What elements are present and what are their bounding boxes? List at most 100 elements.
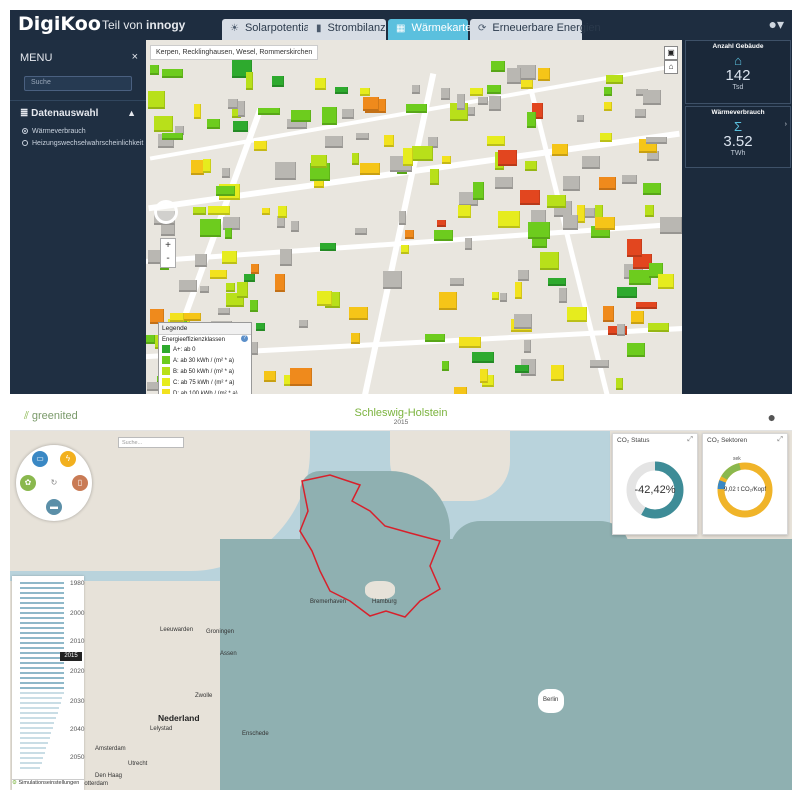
option-waermeverbrauch[interactable]: Wärmeverbrauch [22,128,86,135]
timeline-bar [20,627,64,629]
building [262,208,270,215]
building [291,221,299,232]
timeline-bar [20,757,44,759]
building [442,156,451,164]
energy-icon[interactable]: ϟ [60,451,76,467]
layers-icon[interactable]: ▣ [664,46,678,60]
tab-erneuerbare-energien[interactable]: ⟳ Erneuerbare Energien [470,19,601,40]
data-selection-header[interactable]: ≣ Datenauswahl [20,108,98,119]
option-heizungswechsel[interactable]: Heizungswechselwahrscheinlichkeit [22,140,143,147]
building [631,311,644,324]
timeline-bar [20,607,64,609]
building [194,104,201,119]
user-account-icon[interactable]: ●▾ [769,16,784,33]
chevron-right-icon[interactable]: › [785,121,787,128]
radio-selected[interactable] [22,128,28,135]
digikoo-window: DigiKoo Teil von innogy ☀ Solarpotential … [10,10,792,394]
timeline-selected-year[interactable]: 2015 [60,652,82,661]
building [403,148,413,166]
building [617,324,625,336]
building [489,96,501,111]
building [507,68,521,84]
building [478,97,488,105]
waste-icon[interactable]: ▯ [72,475,88,491]
building [237,282,248,298]
building [384,135,394,147]
year-timeline[interactable]: 1980 2000 2010 2020 2030 2040 2050 2015 ⚙ Simu… [12,576,84,790]
info-icon[interactable]: ? [241,335,248,342]
radio-unselected[interactable] [22,140,28,147]
compass-icon[interactable] [154,200,178,224]
building [360,163,380,175]
building [604,102,612,111]
refresh-icon[interactable]: ↻ [46,475,62,491]
zoom-out-button[interactable]: - [161,252,175,265]
households-icon[interactable]: ▬ [46,499,62,515]
footer-label: Simulationseinstellungen [18,780,80,786]
renewable-icon: ⟳ [478,23,487,34]
building [439,292,457,310]
building [162,69,183,78]
co2-sectors-panel: CO₂ Sektoren ⤢ sek 9,02 t CO₂/Kopf [702,433,788,535]
simulation-settings-button[interactable]: ⚙ Simulationseinstellungen [12,779,84,790]
tab-label: Strombilanz [327,22,386,34]
building [616,378,623,390]
building [148,91,165,109]
timeline-bar [20,632,64,634]
building [515,365,529,373]
heat-map-icon: ▦ [396,23,406,34]
building [203,159,211,173]
transport-icon[interactable]: ▭ [32,451,48,467]
user-account-icon[interactable]: ● [768,409,776,425]
building [222,251,237,264]
building [622,175,637,184]
building [207,119,220,129]
stat-unit: Tsd [732,84,744,91]
subtitle: Teil von innogy [102,18,185,32]
building [256,323,265,331]
building [660,217,682,234]
building [280,249,292,266]
co2-status-panel: CO₂ Status ⤢ -42,42% [612,433,698,535]
agriculture-icon[interactable]: ✿ [20,475,36,491]
building [250,300,258,312]
timeline-bar [20,692,64,694]
building [648,323,669,332]
legend-label: B: ab 50 kWh / (m² * a) [173,369,235,375]
building [629,270,651,285]
timeline-bar [20,672,64,674]
legend-swatch [162,345,170,354]
timeline-tick-label: 1980 [70,580,85,587]
tab-solarpotential[interactable]: ☀ Solarpotential [222,19,314,40]
tab-strombilanz[interactable]: ▮ Strombilanz [308,19,386,40]
co2-status-value: -42,42% [634,484,676,496]
menu-search-input[interactable]: Suche [24,76,132,91]
regional-map[interactable]: Nederland Berlin Hamburg Bremerhaven Den… [10,431,792,790]
building [311,155,327,168]
hamburg-area [365,581,395,599]
building [540,252,559,270]
building [643,90,661,105]
timeline-bar [20,642,64,644]
building [342,109,354,119]
tab-waermekarte[interactable]: ▦ Wärmekarte [388,19,471,40]
zoom-in-button[interactable]: + [161,239,175,252]
timeline-bar [20,717,56,719]
legend-swatch [162,378,170,387]
sector-label: sek [733,456,741,462]
timeline-tick-label: 2040 [70,726,85,733]
building [246,72,253,90]
building [430,169,439,185]
close-menu-button[interactable]: × [132,51,138,63]
building [473,182,484,200]
map-search-input[interactable]: Suche... [118,437,184,448]
chevron-up-icon[interactable]: ▲ [127,108,136,118]
building [524,340,531,353]
building [548,278,566,286]
building [454,387,467,394]
building [244,274,255,282]
timeline-bar [20,727,53,729]
building [335,87,348,94]
3d-building-map[interactable]: Kerpen, Recklinghausen, Wesel, Rommerski… [146,40,682,394]
home-icon[interactable]: ⌂ [664,60,678,74]
